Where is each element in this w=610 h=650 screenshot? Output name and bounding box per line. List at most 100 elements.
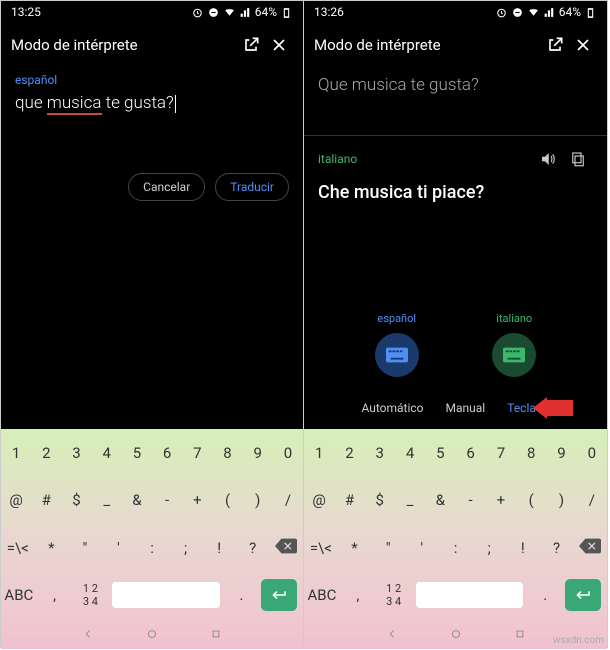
key-backspace[interactable]: [573, 538, 607, 558]
key[interactable]: 4: [92, 444, 122, 462]
status-bar: 13:25 64%: [1, 1, 303, 23]
key-backspace[interactable]: [270, 538, 304, 558]
key[interactable]: _: [92, 491, 122, 509]
back-icon[interactable]: [81, 627, 95, 641]
dnd-icon: [207, 6, 220, 19]
key[interactable]: -: [152, 491, 182, 509]
key[interactable]: @: [304, 491, 334, 509]
key[interactable]: 5: [122, 444, 152, 462]
key[interactable]: ": [68, 539, 102, 557]
key[interactable]: 6: [152, 444, 182, 462]
key-space[interactable]: [416, 582, 524, 608]
key[interactable]: :: [439, 539, 473, 557]
key[interactable]: ?: [540, 539, 574, 557]
key[interactable]: (: [212, 491, 242, 509]
key[interactable]: 7: [182, 444, 212, 462]
key[interactable]: ": [371, 539, 405, 557]
key-enter[interactable]: [565, 579, 601, 611]
key-abc[interactable]: ABC: [304, 586, 340, 604]
key[interactable]: #: [334, 491, 364, 509]
key[interactable]: 9: [546, 444, 576, 462]
back-icon[interactable]: [385, 627, 399, 641]
close-button[interactable]: [265, 35, 293, 55]
key[interactable]: 7: [486, 444, 516, 462]
key[interactable]: /: [273, 491, 303, 509]
key[interactable]: :: [135, 539, 169, 557]
key[interactable]: 9: [243, 444, 273, 462]
key[interactable]: @: [1, 491, 31, 509]
mode-manual[interactable]: Manual: [446, 401, 486, 415]
target-lang-label: italiano: [318, 152, 533, 166]
key[interactable]: &: [425, 491, 455, 509]
key[interactable]: 3: [61, 444, 91, 462]
arrow-annotation: [533, 397, 573, 419]
text-input[interactable]: que musica te gusta?: [15, 93, 289, 113]
key-comma[interactable]: ,: [340, 586, 376, 604]
key-abc[interactable]: ABC: [1, 586, 37, 604]
keyboard: 1234567890 @#$_&-+()/ =\<*"':;!? ABC , 1…: [1, 429, 303, 619]
kb-row-2: @#$_&-+()/: [1, 477, 303, 525]
source-text[interactable]: Que musica te gusta?: [318, 75, 593, 95]
key-numpad[interactable]: 1 2 3 4: [73, 582, 109, 608]
key[interactable]: #: [31, 491, 61, 509]
phone-left: 13:25 64% Modo de intérprete español que…: [1, 1, 304, 649]
export-button[interactable]: [237, 35, 265, 55]
copy-button[interactable]: [563, 150, 593, 168]
export-button[interactable]: [541, 35, 569, 55]
key[interactable]: ?: [236, 539, 270, 557]
keyboard-lang-b[interactable]: [492, 333, 536, 377]
key-comma[interactable]: ,: [37, 586, 73, 604]
key-numpad[interactable]: 1 2 3 4: [376, 582, 412, 608]
speak-button[interactable]: [533, 150, 563, 168]
key-space[interactable]: [112, 582, 219, 608]
key[interactable]: 8: [516, 444, 546, 462]
key[interactable]: 0: [577, 444, 607, 462]
key-enter[interactable]: [261, 579, 297, 611]
key[interactable]: ;: [472, 539, 506, 557]
key[interactable]: 1: [304, 444, 334, 462]
key[interactable]: 5: [425, 444, 455, 462]
key[interactable]: 6: [455, 444, 485, 462]
key[interactable]: 2: [334, 444, 364, 462]
recent-icon[interactable]: [513, 627, 527, 641]
key[interactable]: *: [338, 539, 372, 557]
source-lang-label: español: [15, 73, 289, 87]
key[interactable]: +: [486, 491, 516, 509]
key[interactable]: ': [405, 539, 439, 557]
key[interactable]: ): [546, 491, 576, 509]
key[interactable]: _: [395, 491, 425, 509]
recent-icon[interactable]: [209, 627, 223, 641]
close-button[interactable]: [569, 35, 597, 55]
home-icon[interactable]: [449, 627, 463, 641]
key[interactable]: 3: [365, 444, 395, 462]
key[interactable]: 1: [1, 444, 31, 462]
key-dot[interactable]: .: [224, 586, 260, 604]
keyboard-lang-a[interactable]: [375, 333, 419, 377]
key[interactable]: 0: [273, 444, 303, 462]
key[interactable]: 8: [212, 444, 242, 462]
key[interactable]: $: [61, 491, 91, 509]
key[interactable]: +: [182, 491, 212, 509]
key[interactable]: 4: [395, 444, 425, 462]
key[interactable]: ): [243, 491, 273, 509]
lang-b-label: italiano: [496, 312, 532, 325]
key[interactable]: /: [577, 491, 607, 509]
mode-tabs: Automático Manual Teclado: [318, 391, 593, 429]
cancel-button[interactable]: Cancelar: [128, 173, 205, 201]
mode-auto[interactable]: Automático: [361, 401, 423, 415]
key[interactable]: -: [455, 491, 485, 509]
key[interactable]: !: [506, 539, 540, 557]
key[interactable]: =\<: [304, 539, 338, 557]
key[interactable]: $: [365, 491, 395, 509]
key[interactable]: *: [35, 539, 69, 557]
key[interactable]: =\<: [1, 539, 35, 557]
key[interactable]: 2: [31, 444, 61, 462]
key[interactable]: &: [122, 491, 152, 509]
key-dot[interactable]: .: [527, 586, 563, 604]
home-icon[interactable]: [145, 627, 159, 641]
key[interactable]: ;: [169, 539, 203, 557]
key[interactable]: !: [202, 539, 236, 557]
key[interactable]: (: [516, 491, 546, 509]
key[interactable]: ': [102, 539, 136, 557]
translate-button[interactable]: Traducir: [215, 173, 289, 201]
